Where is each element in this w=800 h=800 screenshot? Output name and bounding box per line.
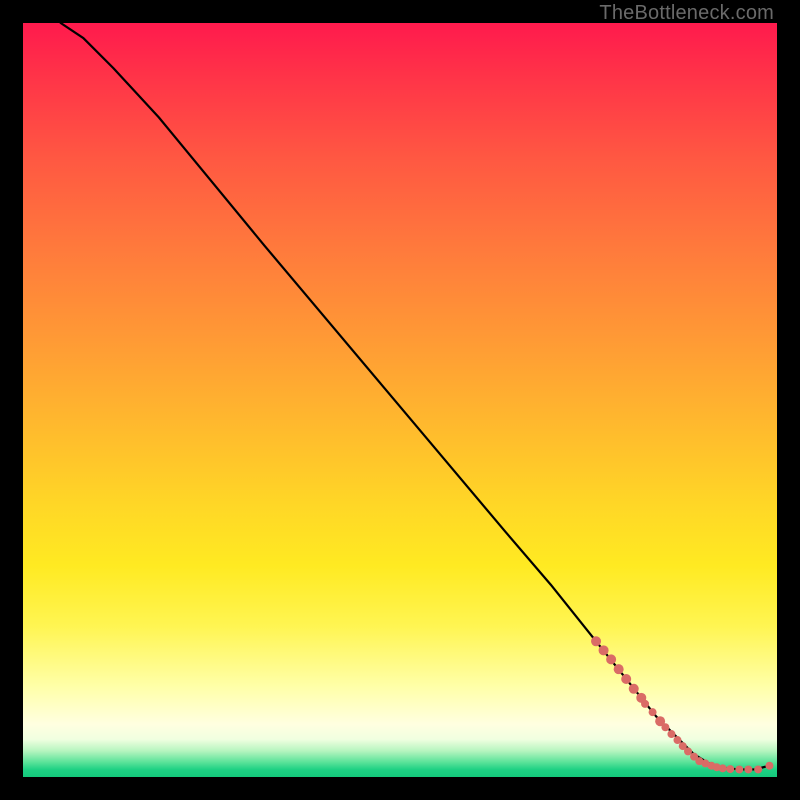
highlight-marker <box>614 664 624 674</box>
highlight-marker <box>684 747 692 755</box>
highlight-marker <box>591 636 601 646</box>
highlight-marker <box>735 765 743 773</box>
highlight-marker <box>719 764 727 772</box>
highlight-marker <box>641 700 649 708</box>
watermark-text: TheBottleneck.com <box>599 2 774 25</box>
highlight-marker <box>765 762 773 770</box>
highlight-marker <box>599 645 609 655</box>
highlight-marker <box>661 723 669 731</box>
highlight-marker <box>726 765 734 773</box>
bottleneck-curve-line <box>61 23 770 769</box>
chart-frame <box>23 23 777 777</box>
chart-overlay-svg <box>23 23 777 777</box>
highlight-marker <box>673 736 681 744</box>
highlight-marker-group <box>591 636 773 773</box>
highlight-marker <box>744 765 752 773</box>
highlight-marker <box>606 654 616 664</box>
highlight-marker <box>621 674 631 684</box>
highlight-marker <box>667 730 675 738</box>
highlight-marker <box>649 708 657 716</box>
highlight-marker <box>754 765 762 773</box>
highlight-marker <box>629 684 639 694</box>
